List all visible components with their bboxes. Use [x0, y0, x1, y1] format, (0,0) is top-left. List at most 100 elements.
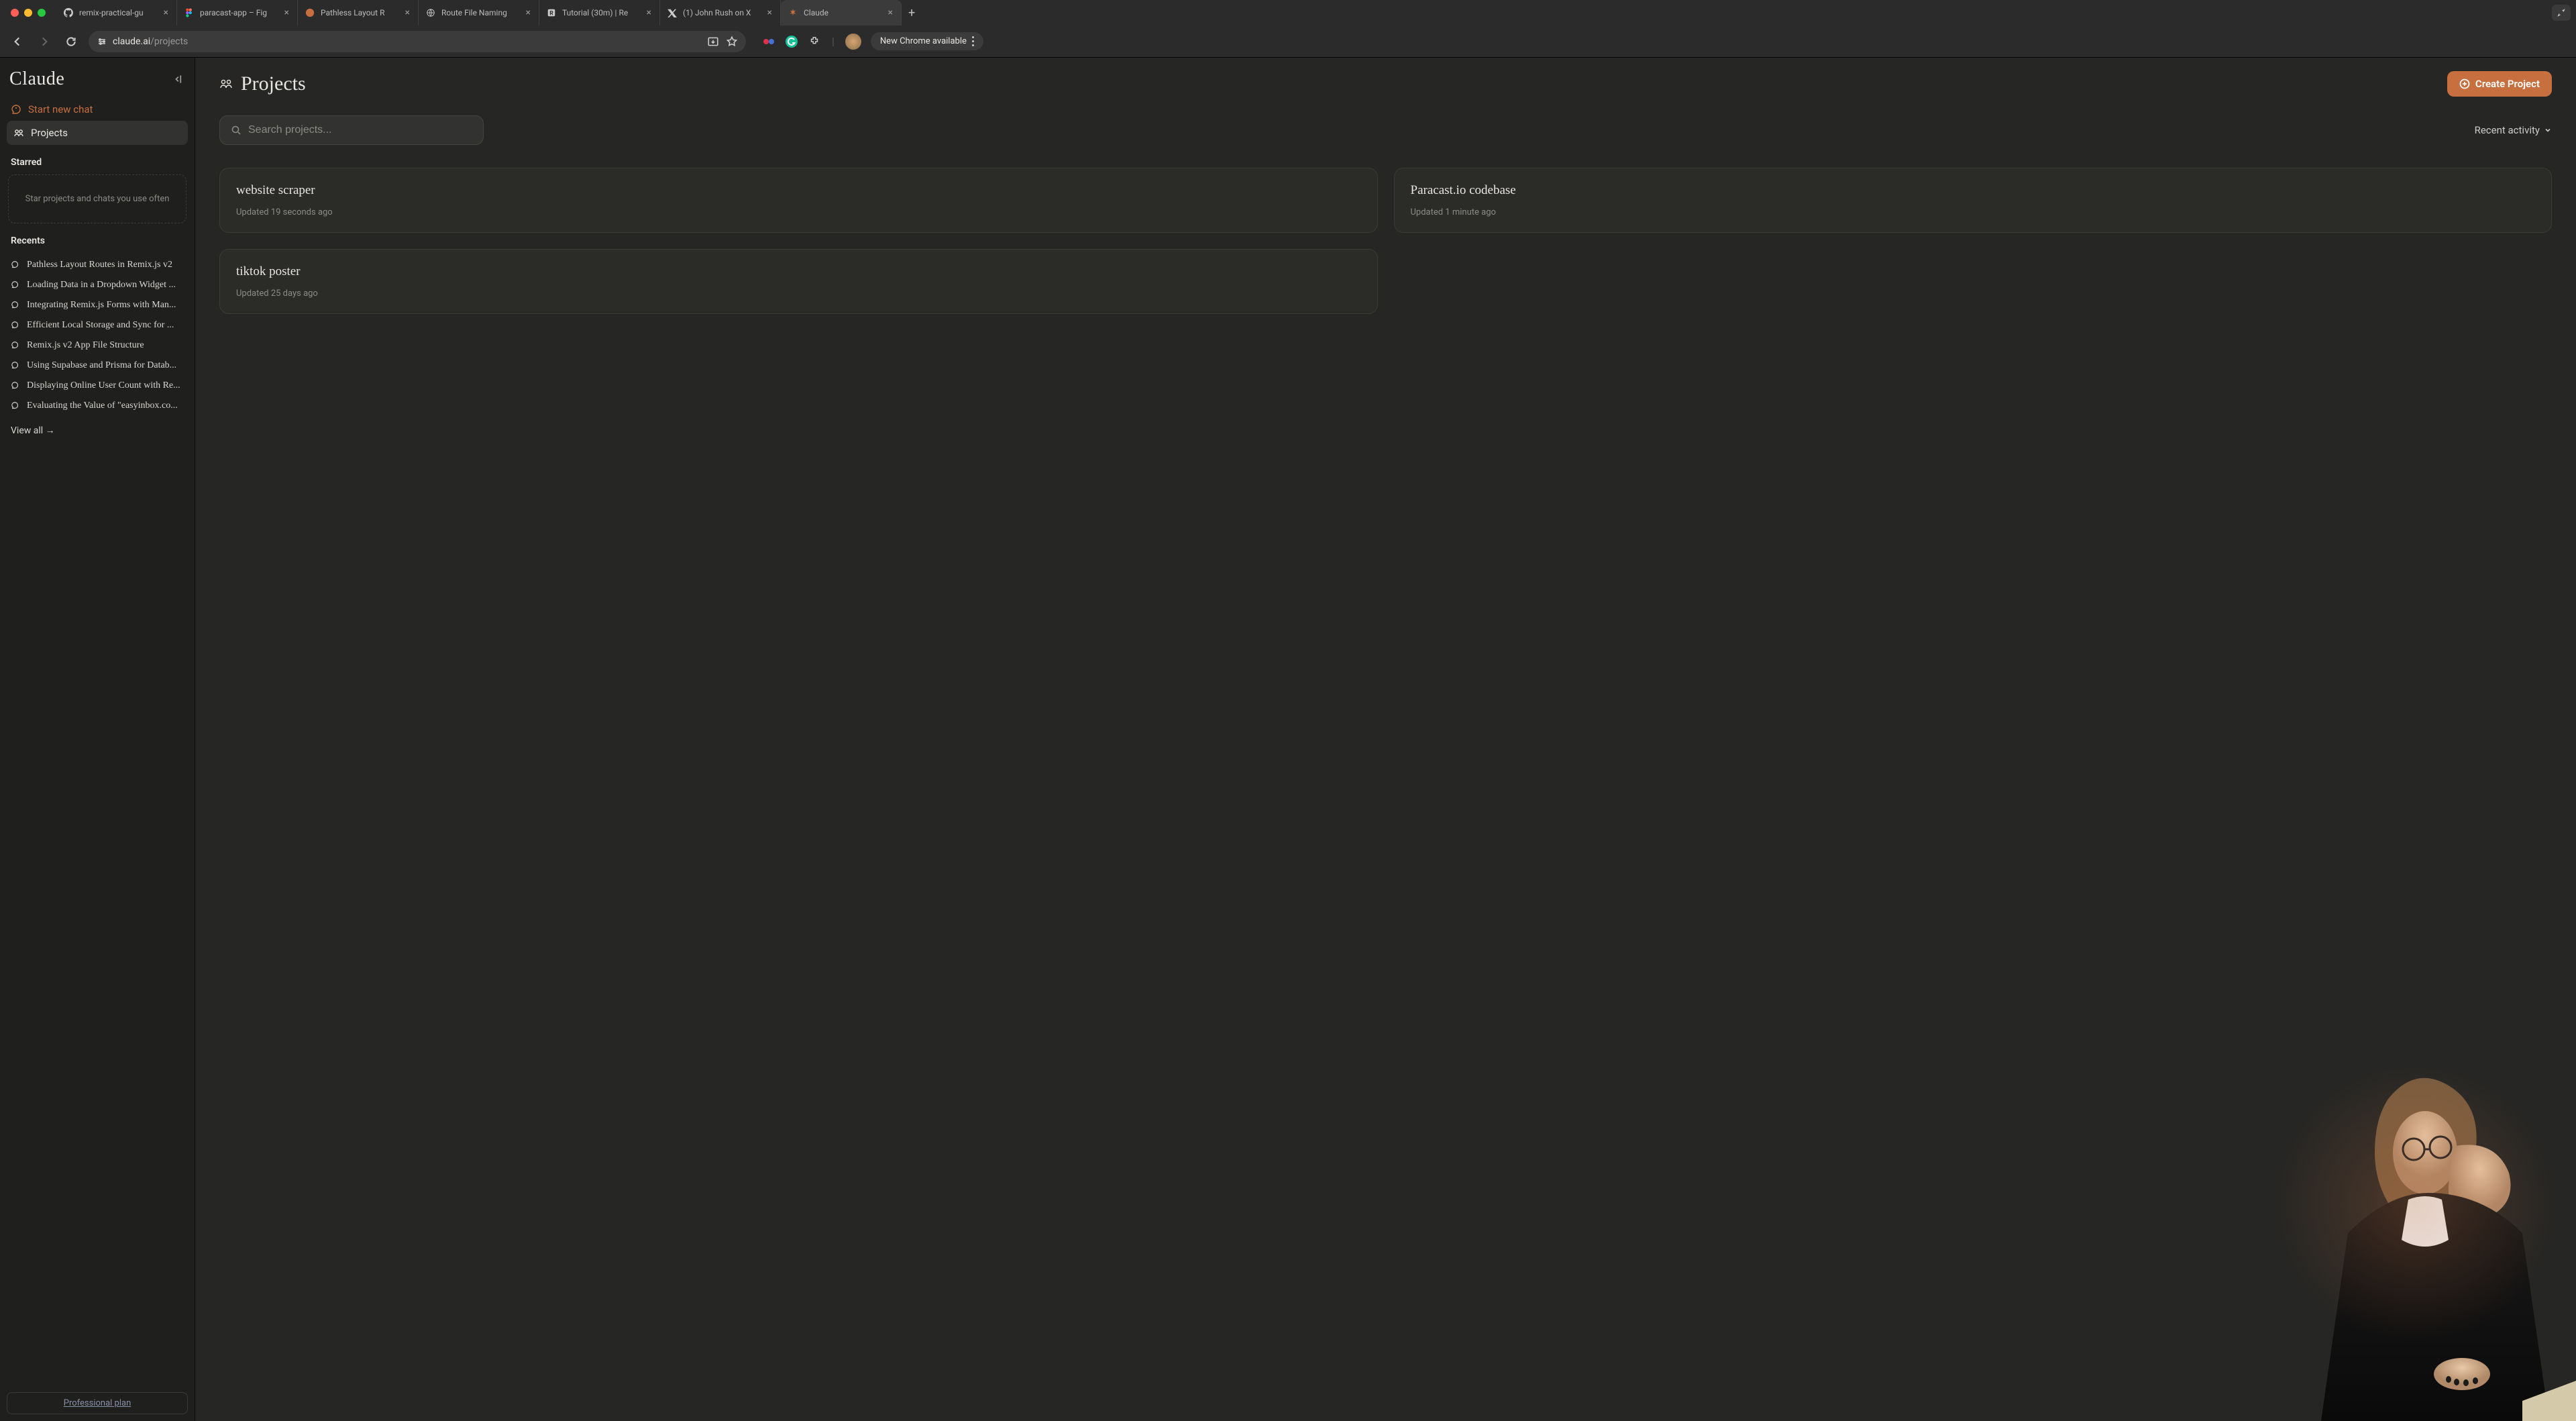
brand-logo[interactable]: Claude [9, 68, 64, 90]
tab-x[interactable]: (1) John Rush on X × [660, 0, 781, 25]
url-bar[interactable]: claude.ai/projects [89, 31, 746, 52]
back-button[interactable] [8, 32, 27, 51]
search-input[interactable] [248, 124, 472, 136]
section-recents-label: Recents [7, 223, 188, 253]
plan-badge[interactable]: Professional plan [7, 1392, 188, 1414]
forward-button[interactable] [35, 32, 54, 51]
tab-github[interactable]: remix-practical-gu × [56, 0, 177, 25]
tab-claude-pathless[interactable]: Pathless Layout R × [298, 0, 419, 25]
install-app-icon[interactable] [707, 36, 719, 48]
recents-list: Pathless Layout Routes in Remix.js v2 Lo… [7, 256, 188, 415]
presenter-silhouette [2254, 1059, 2576, 1421]
svg-text:R: R [549, 11, 553, 17]
controls-row: Recent activity [219, 115, 2552, 145]
app: Claude Start new chat Projects Starred S… [0, 58, 2576, 1421]
tab-title: Claude [804, 8, 881, 17]
recent-item[interactable]: Remix.js v2 App File Structure [7, 336, 188, 355]
chat-icon [11, 381, 20, 390]
collapse-sidebar-button[interactable] [173, 73, 185, 85]
window-maximize[interactable] [38, 9, 46, 17]
tab-title: paracast-app – Fig [200, 8, 278, 17]
close-icon[interactable]: × [283, 7, 290, 18]
chat-icon [11, 361, 20, 370]
create-project-button[interactable]: Create Project [2447, 71, 2552, 97]
recent-item[interactable]: Integrating Remix.js Forms with Man... [7, 296, 188, 315]
create-button-label: Create Project [2475, 78, 2540, 90]
recent-item[interactable]: Pathless Layout Routes in Remix.js v2 [7, 256, 188, 274]
project-card[interactable]: tiktok poster Updated 25 days ago [219, 249, 1378, 314]
recent-label: Remix.js v2 App File Structure [27, 340, 144, 351]
projects-grid: website scraper Updated 19 seconds ago P… [219, 168, 2552, 314]
recent-item[interactable]: Loading Data in a Dropdown Widget ... [7, 276, 188, 295]
tabs: remix-practical-gu × paracast-app – Fig … [56, 0, 2552, 25]
extension-1-icon[interactable] [762, 35, 775, 48]
presenter-overlay [2254, 1059, 2576, 1421]
chat-icon [11, 321, 20, 330]
tab-tutorial[interactable]: R Tutorial (30m) | Re × [539, 0, 660, 25]
close-icon[interactable]: × [645, 7, 653, 18]
close-icon[interactable]: × [525, 7, 532, 18]
github-icon [63, 7, 74, 18]
project-card[interactable]: website scraper Updated 19 seconds ago [219, 168, 1378, 233]
extensions-menu-icon[interactable] [808, 35, 821, 48]
close-icon[interactable]: × [766, 7, 773, 18]
project-meta: Updated 1 minute ago [1411, 207, 2536, 217]
tab-claude[interactable]: Claude × [781, 0, 902, 25]
globe-icon [425, 7, 436, 18]
chat-sparkle-icon [11, 104, 21, 115]
claude-icon [305, 7, 315, 18]
close-icon[interactable]: × [887, 7, 894, 18]
x-icon [667, 7, 678, 18]
projects-icon [219, 77, 233, 91]
project-meta: Updated 25 days ago [236, 288, 1361, 299]
recent-label: Integrating Remix.js Forms with Man... [27, 300, 176, 311]
tab-title: Route File Naming [441, 8, 519, 17]
project-card[interactable]: Paracast.io codebase Updated 1 minute ag… [1394, 168, 2553, 233]
recent-item[interactable]: Evaluating the Value of "easyinbox.co... [7, 397, 188, 415]
browser-tab-strip: remix-practical-gu × paracast-app – Fig … [0, 0, 2576, 25]
search-projects[interactable] [219, 115, 484, 145]
url-text: claude.ai/projects [113, 36, 188, 47]
sidebar-header: Claude [7, 68, 188, 98]
chat-icon [11, 280, 20, 290]
reload-button[interactable] [62, 32, 80, 51]
tab-route-file[interactable]: Route File Naming × [419, 0, 539, 25]
recent-item[interactable]: Efficient Local Storage and Sync for ... [7, 316, 188, 335]
chat-icon [11, 341, 20, 350]
sidebar-item-projects[interactable]: Projects [7, 121, 188, 145]
window-expand-button[interactable] [2552, 5, 2571, 21]
recent-item[interactable]: Displaying Online User Count with Re... [7, 376, 188, 395]
main-content: Projects Create Project Recent activity [195, 58, 2576, 1421]
profile-avatar[interactable] [845, 34, 861, 50]
recent-label: Efficient Local Storage and Sync for ... [27, 320, 174, 331]
chat-icon [11, 260, 20, 270]
extensions: | New Chrome available [762, 32, 983, 50]
tab-figma[interactable]: paracast-app – Fig × [177, 0, 298, 25]
projects-icon [13, 127, 24, 138]
recent-item[interactable]: Using Supabase and Prisma for Datab... [7, 356, 188, 375]
menu-icon [972, 36, 974, 46]
claude-icon [788, 7, 798, 18]
close-icon[interactable]: × [162, 7, 170, 18]
recent-label: Evaluating the Value of "easyinbox.co... [27, 401, 178, 411]
remix-icon: R [546, 7, 557, 18]
grammarly-icon[interactable] [785, 35, 798, 48]
sort-dropdown[interactable]: Recent activity [2475, 124, 2552, 136]
view-all-link[interactable]: View all → [7, 415, 188, 445]
tab-title: Tutorial (30m) | Re [562, 8, 640, 17]
start-new-chat[interactable]: Start new chat [7, 98, 188, 121]
sidebar-item-label: Projects [31, 127, 68, 139]
close-icon[interactable]: × [404, 7, 411, 18]
new-chat-label: Start new chat [28, 103, 93, 115]
window-controls [11, 9, 46, 17]
bookmark-icon[interactable] [726, 36, 738, 48]
new-tab-button[interactable]: + [902, 0, 922, 25]
sort-label: Recent activity [2475, 124, 2540, 136]
project-title: website scraper [236, 183, 1361, 198]
project-title: Paracast.io codebase [1411, 183, 2536, 198]
window-minimize[interactable] [24, 9, 32, 17]
chrome-update-button[interactable]: New Chrome available [871, 32, 983, 50]
chat-icon [11, 401, 20, 411]
site-settings-icon[interactable] [97, 36, 107, 47]
window-close[interactable] [11, 9, 19, 17]
